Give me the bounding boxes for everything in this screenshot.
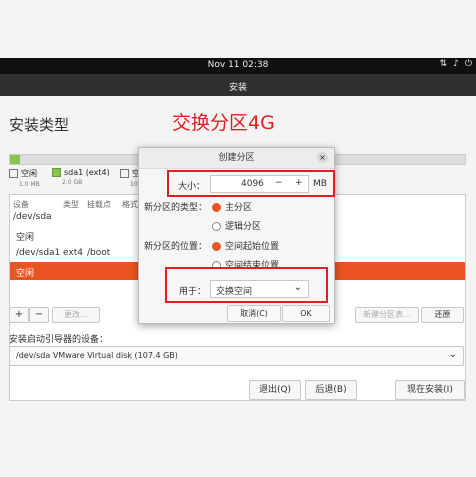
use-value: 交换空间 (216, 287, 253, 297)
radio-logical[interactable]: 逻辑分区 (212, 219, 261, 232)
legend-item-sda1: sda1 (ext4) 2.0 GB (52, 168, 110, 186)
install-now-button[interactable]: 现在安装(I) (395, 380, 465, 400)
close-icon[interactable]: × (317, 152, 328, 163)
revert-button[interactable]: 还原 (421, 307, 464, 323)
bootloader-label: 安装启动引导器的设备： (9, 335, 109, 345)
cell-type: ext4 (63, 248, 83, 258)
free-swatch (9, 169, 18, 178)
quit-button[interactable]: 退出(Q) (249, 380, 301, 400)
size-field[interactable]: 4096 − + (210, 175, 309, 193)
chevron-down-icon: ⌄ (448, 349, 457, 360)
use-as-select[interactable]: 交换空间 ⌄ (210, 280, 309, 298)
sda1-swatch (52, 168, 61, 177)
radio-label: 主分区 (225, 203, 253, 213)
free-swatch (120, 169, 129, 178)
type-label: 新分区的类型： (144, 203, 208, 213)
clock[interactable]: Nov 11 02:38 (0, 60, 476, 70)
legend-size: 1.0 MB (19, 181, 40, 188)
ok-button[interactable]: OK (282, 305, 330, 322)
cell-device: /dev/sda1 (16, 248, 61, 258)
size-label: 大小： (178, 182, 206, 192)
page-title: 安装类型 (9, 116, 70, 134)
radio-label: 空间起始位置 (225, 242, 280, 252)
legend-label: sda1 (ext4) (64, 168, 110, 177)
radio-primary[interactable]: 主分区 (212, 200, 252, 213)
remove-partition-button[interactable]: − (29, 307, 49, 323)
radio-selected-icon (212, 203, 221, 212)
cell-device: /dev/sda (13, 212, 52, 222)
legend-item-free-2: 空 10 (120, 168, 140, 188)
radio-label: 逻辑分区 (225, 222, 262, 232)
cell-mount: /boot (87, 248, 111, 258)
radio-start[interactable]: 空间起始位置 (212, 239, 279, 252)
chevron-down-icon: ⌄ (293, 282, 302, 293)
legend-size: 2.0 GB (62, 179, 83, 186)
decrease-size-button[interactable]: − (275, 178, 283, 188)
window-titlebar: 安装 (0, 74, 476, 96)
bootloader-value: /dev/sda VMware Virtual disk (107.4 GB) (16, 351, 178, 360)
legend-label: 空闲 (21, 169, 37, 178)
legend-item-free: 空闲 1.0 MB (9, 168, 40, 188)
add-partition-button[interactable]: + (9, 307, 29, 323)
red-annotation: 交换分区4G (172, 112, 275, 134)
create-partition-dialog: 创建分区 × 大小： 4096 − + MB 新分区的类型： 主分区 逻辑分区 … (138, 147, 335, 324)
system-top-bar: Nov 11 02:38 ⇅ ♪ ⏻ (0, 58, 476, 74)
back-button[interactable]: 后退(B) (305, 380, 357, 400)
use-label: 用于： (179, 287, 207, 297)
new-partition-table-button[interactable]: 新建分区表... (355, 307, 419, 323)
network-icon[interactable]: ⇅ (440, 59, 448, 69)
size-value: 4096 (241, 179, 264, 189)
location-label: 新分区的位置： (144, 242, 208, 252)
size-unit: MB (313, 179, 327, 189)
cancel-button[interactable]: 取消(C) (227, 305, 281, 322)
cell-device: 空闲 (16, 269, 35, 279)
partition-segment (10, 155, 20, 164)
increase-size-button[interactable]: + (295, 178, 303, 188)
system-tray[interactable]: ⇅ ♪ ⏻ (440, 59, 472, 69)
radio-selected-icon (212, 242, 221, 251)
change-partition-button[interactable]: 更改... (52, 307, 100, 323)
dialog-title: 创建分区 (139, 148, 334, 169)
screen: Nov 11 02:38 ⇅ ♪ ⏻ 安装 安装类型 交换分区4G 空闲 1.0… (0, 0, 476, 477)
bootloader-select[interactable]: /dev/sda VMware Virtual disk (107.4 GB) … (9, 346, 464, 366)
power-icon[interactable]: ⏻ (465, 59, 472, 69)
volume-icon[interactable]: ♪ (453, 59, 459, 69)
cell-device: 空闲 (16, 233, 35, 243)
window-title: 安装 (228, 83, 247, 93)
radio-icon (212, 222, 221, 231)
legend-size: 10 (130, 181, 138, 188)
